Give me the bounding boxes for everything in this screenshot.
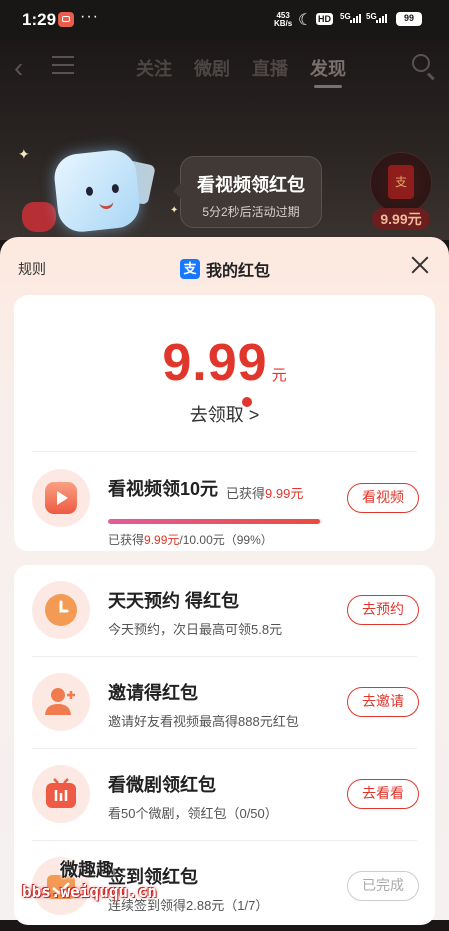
checkin-done-button: 已完成: [347, 871, 419, 901]
balance-unit: 元: [271, 367, 287, 384]
notification-app-icon: [58, 12, 74, 27]
more-notifications-icon: ···: [80, 8, 99, 25]
notification-dot: [242, 397, 252, 407]
mascot-eye: [85, 186, 94, 197]
clock-icon: [45, 594, 77, 626]
balance-amount: 9.99 元: [14, 333, 435, 393]
signal-bars-2-icon: [376, 14, 387, 23]
task-subtitle: 看50个微剧，领红包（0/50）: [108, 806, 278, 821]
sheet-title-text: 我的红包: [206, 263, 271, 280]
video-progress-text: 已获得9.99元/10.00元（99%）: [108, 533, 273, 547]
task-subtitle: 邀请好友看视频最高得888元红包: [108, 714, 299, 729]
reserve-button[interactable]: 去预约: [347, 595, 419, 625]
play-icon: [57, 491, 68, 505]
red-packet-icon: 支: [388, 165, 414, 199]
task-subtitle: 今天预约，次日最高可领5.8元: [108, 622, 283, 637]
battery-icon: 99: [396, 12, 422, 26]
red-packet-amount: 9.99元: [372, 208, 430, 230]
rules-link[interactable]: 规则: [18, 259, 46, 279]
site-watermark: 微趣趣 bbs.weiququ.cn: [22, 854, 192, 914]
signal-bars-1-icon: [350, 14, 361, 23]
bubble-title: 看视频领红包: [197, 175, 305, 195]
reserve-task-icon: [32, 581, 90, 639]
video-task-icon: [32, 469, 90, 527]
drama-task-icon: [32, 765, 90, 823]
menu-icon[interactable]: [52, 56, 74, 74]
claim-link[interactable]: 去领取 >: [14, 401, 435, 427]
nav-tabs: 关注 微剧 直播 发现: [136, 55, 346, 88]
activity-bubble[interactable]: 看视频领红包 5分2秒后活动过期: [173, 156, 322, 228]
task-row: 看微剧领红包 看50个微剧，领红包（0/50） 去看看: [14, 749, 435, 839]
video-task-row: 看视频领10元 已获得9.99元 已获得9.99元/10.00元（99%） 看视…: [14, 453, 435, 547]
alipay-icon: 支: [180, 259, 200, 279]
network-speed: 453 KB/s: [274, 11, 293, 28]
watermark-url: bbs.weiququ.cn: [22, 882, 157, 901]
task-row: 天天预约 得红包 今天预约，次日最高可领5.8元 去预约: [14, 565, 435, 655]
progress-fill: [108, 519, 320, 524]
invite-task-icon: [32, 673, 90, 731]
tab-discover[interactable]: 发现: [310, 55, 346, 88]
sparkle-icon: ✦: [18, 146, 30, 162]
divider: [32, 451, 417, 452]
status-bar: 1:29 ··· 453 KB/s ☾ HD 5G 5G 99: [0, 0, 449, 40]
task-title: 天天预约 得红包: [108, 591, 240, 611]
video-task-title: 看视频领10元: [108, 479, 219, 499]
balance-card: 9.99 元 去领取 > 看视频领10元 已获得9.99元 已获得9.99元/10…: [14, 295, 435, 551]
tab-follow[interactable]: 关注: [136, 55, 172, 81]
mascot-illustration: [50, 142, 156, 235]
invite-button[interactable]: 去邀请: [347, 687, 419, 717]
red-packet-widget[interactable]: 支: [370, 152, 432, 214]
mascot-eye: [111, 183, 120, 194]
hd-voice-icon: HD: [316, 13, 333, 25]
tab-live[interactable]: 直播: [252, 55, 288, 81]
task-title: 邀请得红包: [108, 683, 198, 703]
tv-icon: [46, 778, 76, 808]
watch-video-button[interactable]: 看视频: [347, 483, 419, 513]
mascot-body: [52, 147, 142, 235]
task-title: 看微剧领红包: [108, 775, 216, 795]
video-progress-bar: [108, 519, 322, 524]
do-not-disturb-icon: ☾: [298, 12, 313, 29]
search-icon[interactable]: [412, 54, 430, 72]
watermark-text: 微趣趣: [60, 860, 114, 880]
back-arrow-icon[interactable]: ‹: [14, 52, 23, 84]
status-time: 1:29: [22, 10, 57, 29]
sparkle-icon: ✦: [170, 205, 179, 216]
watch-drama-button[interactable]: 去看看: [347, 779, 419, 809]
red-packet-sheet: 规则 支 我的红包 9.99 元 去领取 > 看视频领10元 已获得9.99元 已…: [0, 237, 449, 925]
tab-micro-drama[interactable]: 微剧: [194, 55, 230, 81]
bubble-countdown: 5分2秒后活动过期: [202, 205, 300, 219]
balance-value: 9.99: [162, 334, 268, 392]
task-row: 邀请得红包 邀请好友看视频最高得888元红包 去邀请: [14, 657, 435, 747]
sheet-title: 支 我的红包: [180, 257, 270, 281]
close-icon[interactable]: [410, 255, 430, 275]
video-task-earned: 已获得9.99元: [226, 486, 304, 501]
add-user-icon: [45, 688, 75, 715]
sheet-header: 规则 支 我的红包: [0, 237, 449, 297]
mascot-mouth: [98, 198, 114, 210]
